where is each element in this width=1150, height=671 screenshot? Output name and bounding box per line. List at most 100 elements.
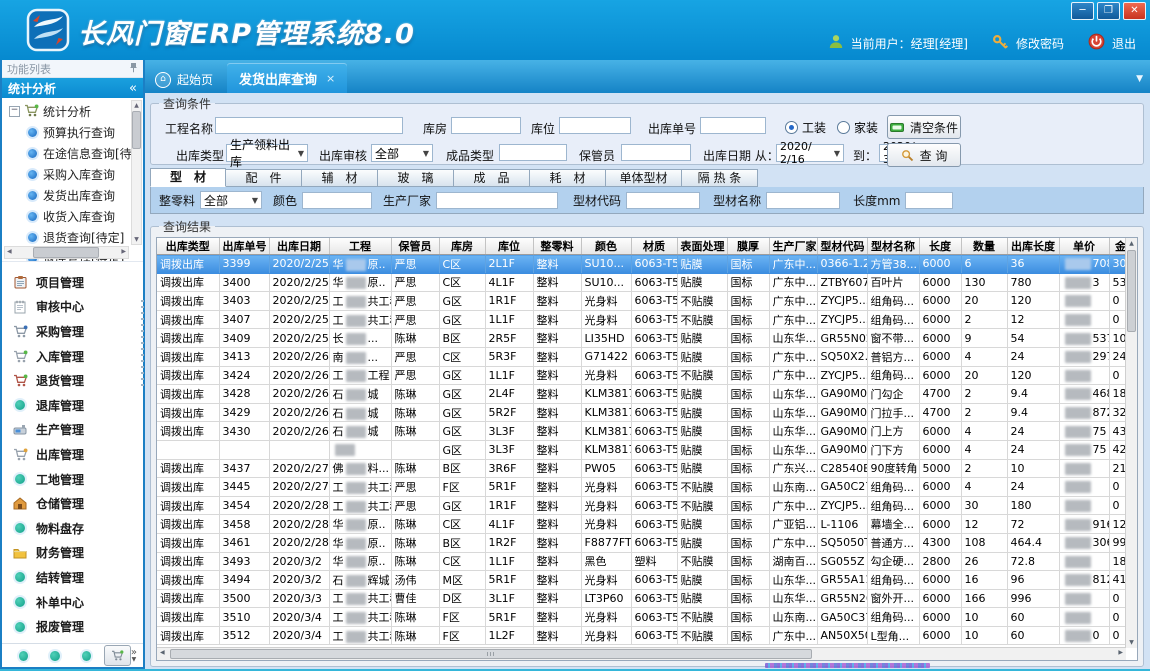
order-no-input[interactable]: [700, 117, 766, 134]
material-tab-1[interactable]: 型 材: [150, 168, 226, 187]
sidebar-item-退库管理[interactable]: 退库管理: [2, 393, 143, 418]
table-row[interactable]: 调拨出库34612020/2/28华原..陈琳B区1R2F整料F8877FT60…: [157, 533, 1132, 552]
scroll-left-icon[interactable]: ◀: [7, 248, 12, 255]
sidebar-item-审核中心[interactable]: 审核中心: [2, 295, 143, 320]
scroll-right-icon[interactable]: ▶: [1118, 649, 1123, 656]
table-row[interactable]: 调拨出库34132020/2/26南...严思C区5R3F整料G71422606…: [157, 347, 1132, 366]
length-input[interactable]: [905, 192, 953, 209]
table-row[interactable]: 调拨出库35122020/3/4工共工程陈琳F区1L2F整料光身料6063-T5…: [157, 626, 1132, 645]
sidebar-item-工地管理[interactable]: 工地管理: [2, 467, 143, 492]
tab-home[interactable]: ⌂ 起始页: [145, 66, 227, 93]
splitter-handle[interactable]: [141, 300, 144, 390]
scroll-left-icon[interactable]: ◀: [160, 649, 165, 656]
scroll-down-icon[interactable]: ▼: [1126, 639, 1137, 646]
table-row[interactable]: G区3L3F整料KLM38176063-T5贴膜国标山东华...GA90M09.…: [157, 440, 1132, 459]
table-row[interactable]: 调拨出库34032020/2/25工共工程严思G区1R1F整料光身料6063-T…: [157, 292, 1132, 311]
logout-button[interactable]: 退出: [1112, 35, 1136, 52]
column-header-库位[interactable]: 库位: [485, 238, 533, 255]
audit-select[interactable]: 全部▼: [371, 144, 433, 162]
sidebar-item-退货管理[interactable]: 退货管理: [2, 368, 143, 393]
search-button[interactable]: 查 询: [887, 143, 961, 167]
column-header-库房[interactable]: 库房: [439, 238, 485, 255]
sidebar-item-物料盘存[interactable]: 物料盘存: [2, 516, 143, 541]
tree-horizontal-scrollbar[interactable]: ◀ ▶: [4, 246, 129, 259]
scroll-down-icon[interactable]: ▼: [132, 236, 141, 243]
profile-name-input[interactable]: [766, 192, 840, 209]
table-row[interactable]: 调拨出库35002020/3/3工共工程曹佳D区3L1F整料LT3P606063…: [157, 589, 1132, 608]
sidebar-item-出库管理[interactable]: 出库管理: [2, 442, 143, 467]
material-tab-4[interactable]: 玻 璃: [378, 169, 454, 187]
scroll-up-icon[interactable]: ▲: [1126, 240, 1137, 247]
table-row[interactable]: 调拨出库34242020/2/26工工程严思G区1L1F整料光身料6063-T5…: [157, 366, 1132, 385]
material-tab-3[interactable]: 辅 材: [302, 169, 378, 187]
footer-cart-button[interactable]: [104, 645, 131, 666]
table-row[interactable]: 调拨出库34092020/2/25长...陈琳B区2R5F整料LI35HD606…: [157, 329, 1132, 348]
column-header-单价[interactable]: 单价: [1059, 238, 1109, 255]
close-button[interactable]: ✕: [1123, 2, 1146, 20]
warehouse-input[interactable]: [451, 117, 521, 134]
sidebar-item-采购管理[interactable]: 采购管理: [2, 319, 143, 344]
footer-dot-icon[interactable]: [50, 651, 59, 661]
table-row[interactable]: 调拨出库34302020/2/26石城陈琳G区3L3F整料KLM38176063…: [157, 422, 1132, 441]
material-tab-8[interactable]: 隔 热 条: [682, 169, 758, 187]
column-header-材质[interactable]: 材质: [631, 238, 677, 255]
collapse-icon[interactable]: «: [129, 81, 137, 96]
sidebar-item-报废管理[interactable]: 报废管理: [2, 614, 143, 639]
clear-conditions-button[interactable]: 清空条件: [887, 115, 961, 139]
table-row[interactable]: 调拨出库34452020/2/27工共工程严思F区5R1F整料光身料6063-T…: [157, 478, 1132, 497]
column-header-膜厚[interactable]: 膜厚: [727, 238, 769, 255]
column-header-出库单号[interactable]: 出库单号: [219, 238, 269, 255]
material-tab-2[interactable]: 配 件: [226, 169, 302, 187]
table-row[interactable]: 调拨出库33992020/2/25华原..严思C区2L1F整料SU10...60…: [157, 255, 1132, 274]
table-row[interactable]: 调拨出库34292020/2/26石城陈琳G区5R2F整料KLM38176063…: [157, 403, 1132, 422]
tree-vertical-scrollbar[interactable]: ▲ ▼: [131, 100, 142, 245]
factory-input[interactable]: [436, 192, 558, 209]
outbound-type-select[interactable]: 生产领料出库▼: [226, 144, 308, 162]
radio-jiazhuang[interactable]: 家装: [837, 119, 878, 136]
column-header-长度[interactable]: 长度: [919, 238, 961, 255]
color-input[interactable]: [302, 192, 372, 209]
sidebar-section-header[interactable]: 统计分析 «: [2, 78, 143, 98]
maximize-button[interactable]: ❐: [1097, 2, 1120, 20]
sidebar-item-仓储管理[interactable]: 仓储管理: [2, 491, 143, 516]
pin-icon[interactable]: [129, 62, 138, 76]
project-name-input[interactable]: [215, 117, 403, 134]
table-row[interactable]: 调拨出库34002020/2/25华原..严思C区4L1F整料SU10...60…: [157, 273, 1132, 292]
column-header-工程[interactable]: 工程: [329, 238, 391, 255]
tab-outbound-query[interactable]: 发货出库查询 ×: [227, 63, 347, 93]
product-type-input[interactable]: [499, 144, 567, 161]
table-row[interactable]: 调拨出库35102020/3/4工共工程陈琳F区5R1F整料光身料6063-T5…: [157, 608, 1132, 627]
tree-expander-icon[interactable]: −: [9, 106, 20, 117]
material-tab-5[interactable]: 成 品: [454, 169, 530, 187]
change-password-link[interactable]: 修改密码: [1016, 35, 1064, 52]
tree-item[interactable]: 发货出库查询: [2, 185, 143, 206]
keeper-input[interactable]: [621, 144, 691, 161]
material-tab-6[interactable]: 耗 材: [530, 169, 606, 187]
column-header-表面处理[interactable]: 表面处理: [677, 238, 727, 255]
column-header-颜色[interactable]: 颜色: [581, 238, 631, 255]
column-header-出库日期[interactable]: 出库日期: [269, 238, 329, 255]
column-header-生产厂家[interactable]: 生产厂家: [769, 238, 817, 255]
tree-item[interactable]: 预算执行查询: [2, 122, 143, 143]
table-row[interactable]: 调拨出库34372020/2/27佛料...陈琳B区3R6F整料PW056063…: [157, 459, 1132, 478]
tree-item[interactable]: 收货入库查询: [2, 206, 143, 227]
sidebar-item-项目管理[interactable]: 项目管理: [2, 270, 143, 295]
tree-item[interactable]: 采购入库查询: [2, 164, 143, 185]
profile-code-input[interactable]: [626, 192, 700, 209]
table-row[interactable]: 调拨出库34072020/2/25工共工程严思G区1L1F整料光身料6063-T…: [157, 310, 1132, 329]
sidebar-item-财务管理[interactable]: 财务管理: [2, 541, 143, 566]
column-header-出库长度[interactable]: 出库长度: [1007, 238, 1059, 255]
footer-dot-icon[interactable]: [82, 651, 91, 661]
column-header-型材代码[interactable]: 型材代码: [817, 238, 867, 255]
column-header-型材名称[interactable]: 型材名称: [867, 238, 919, 255]
sidebar-item-生产管理[interactable]: 生产管理: [2, 418, 143, 443]
sidebar-item-结转管理[interactable]: 结转管理: [2, 565, 143, 590]
column-header-保管员[interactable]: 保管员: [391, 238, 439, 255]
column-header-出库类型[interactable]: 出库类型: [157, 238, 219, 255]
table-row[interactable]: 调拨出库34932020/3/2华原..陈琳C区1L1F整料黑色塑料不贴膜国标湖…: [157, 552, 1132, 571]
tab-close-icon[interactable]: ×: [326, 72, 335, 85]
location-input[interactable]: [559, 117, 631, 134]
tree-item[interactable]: 在途信息查询[待: [2, 143, 143, 164]
tree-item[interactable]: 退货查询[待定]: [2, 227, 143, 248]
table-row[interactable]: 调拨出库34582020/2/28华原..陈琳C区4L1F整料光身料6063-T…: [157, 515, 1132, 534]
